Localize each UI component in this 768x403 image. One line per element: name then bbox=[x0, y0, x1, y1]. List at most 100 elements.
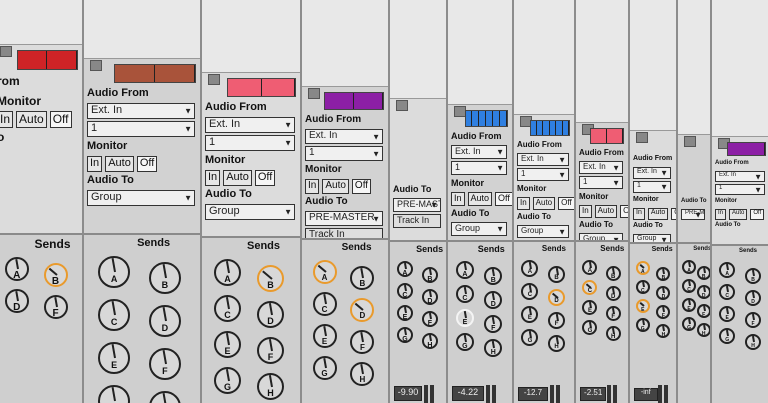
monitor-auto-button[interactable]: Auto bbox=[467, 192, 493, 206]
monitor-in-button[interactable]: In bbox=[0, 111, 14, 128]
input-channel-dropdown[interactable]: 1 ▼ bbox=[517, 168, 569, 181]
audio-to-dropdown[interactable]: PRE-MAST▼ bbox=[681, 209, 705, 220]
clip-slot-area[interactable] bbox=[0, 0, 82, 45]
audio-to-dropdown[interactable]: Group ▼ bbox=[517, 225, 569, 238]
audio-to-dropdown[interactable]: Group ▼ bbox=[451, 222, 507, 236]
knob-indicator bbox=[428, 290, 432, 298]
input-channel-dropdown[interactable]: 1 ▼ bbox=[451, 161, 507, 175]
monitor-in-button[interactable]: In bbox=[305, 179, 320, 194]
monitor-in-button[interactable]: In bbox=[579, 205, 592, 218]
audio-to-dropdown[interactable]: Group ▼ bbox=[87, 190, 195, 206]
audio-from-dropdown[interactable]: Ext. In ▼ bbox=[451, 145, 507, 159]
chevron-down-icon: ▼ bbox=[558, 227, 566, 236]
input-channel-dropdown[interactable]: 1 ▼ bbox=[205, 135, 295, 151]
track-title-bar[interactable] bbox=[589, 128, 624, 144]
monitor-auto-button[interactable]: Auto bbox=[647, 208, 669, 220]
monitor-off-button[interactable]: Off bbox=[351, 179, 372, 194]
monitor-auto-button[interactable]: Auto bbox=[105, 156, 134, 172]
send-letter-label: D bbox=[13, 302, 21, 314]
track-title-bar[interactable] bbox=[113, 64, 196, 83]
send-letter-label: F bbox=[162, 365, 168, 376]
track-title-bar[interactable] bbox=[464, 110, 508, 127]
stop-clip-button[interactable] bbox=[396, 100, 408, 111]
audio-from-dropdown[interactable]: Ext. In ▼ bbox=[633, 167, 671, 179]
volume-value-display[interactable]: -inf bbox=[634, 388, 658, 401]
clip-slot-area[interactable] bbox=[678, 0, 710, 135]
track-title-bar[interactable] bbox=[727, 142, 766, 156]
track-title-bar[interactable] bbox=[324, 92, 384, 110]
monitor-in-button[interactable]: In bbox=[451, 192, 465, 206]
knob-indicator bbox=[688, 280, 692, 287]
chevron-down-icon: ▼ bbox=[694, 210, 702, 219]
monitor-auto-button[interactable]: Auto bbox=[16, 111, 47, 128]
clip-slot-area[interactable] bbox=[514, 0, 574, 115]
input-channel-dropdown[interactable]: 1 ▼ bbox=[87, 121, 195, 137]
send-letter-label: C bbox=[687, 286, 691, 293]
monitor-auto-button[interactable]: Auto bbox=[532, 197, 556, 210]
audio-from-dropdown[interactable]: Ext. In ▼ bbox=[715, 171, 765, 182]
monitor-auto-button[interactable]: Auto bbox=[729, 209, 748, 220]
monitor-off-button[interactable]: Off bbox=[495, 192, 512, 206]
stop-clip-button[interactable] bbox=[208, 74, 220, 85]
stop-clip-button[interactable] bbox=[684, 136, 696, 147]
sends-section: Sends A B C D E F G H bbox=[390, 240, 446, 403]
monitor-in-button[interactable]: In bbox=[633, 208, 645, 220]
stop-clip-button[interactable] bbox=[90, 60, 102, 71]
clip-slot-area[interactable] bbox=[576, 0, 628, 123]
input-channel-dropdown[interactable]: 1 ▼ bbox=[305, 146, 383, 161]
monitor-off-button[interactable]: Off bbox=[671, 208, 676, 220]
audio-to-label: o bbox=[0, 130, 77, 147]
audio-from-dropdown[interactable]: Ext. In ▼ bbox=[517, 153, 569, 166]
monitor-off-button[interactable]: Off bbox=[254, 170, 276, 186]
io-section: Audio FromExt. In▼1▼MonitorInAutoOffAudi… bbox=[448, 131, 512, 236]
monitor-off-button[interactable]: Off bbox=[750, 209, 765, 220]
knob-indicator bbox=[492, 292, 496, 301]
stop-clip-button[interactable] bbox=[308, 88, 320, 99]
input-channel-dropdown[interactable]: 1 ▼ bbox=[633, 181, 671, 193]
track-in-dropdown[interactable]: Track In bbox=[393, 214, 441, 228]
audio-from-dropdown[interactable]: Ext. In ▼ bbox=[87, 103, 195, 119]
track-title-bar[interactable] bbox=[227, 78, 296, 97]
send-letter-label: G bbox=[223, 381, 231, 392]
monitor-off-button[interactable]: Off bbox=[49, 111, 72, 128]
monitor-off-button[interactable]: Off bbox=[558, 197, 574, 210]
stop-clip-button[interactable] bbox=[0, 46, 12, 57]
clip-slot-area[interactable] bbox=[302, 0, 388, 87]
clip-slot-area[interactable] bbox=[390, 0, 446, 99]
audio-to-dropdown[interactable]: PRE-MASTE▼ bbox=[393, 198, 441, 212]
clip-slot-area[interactable] bbox=[84, 0, 200, 59]
track-title-bar[interactable] bbox=[529, 120, 570, 136]
monitor-in-button[interactable]: In bbox=[715, 209, 727, 220]
stop-clip-button[interactable] bbox=[636, 132, 648, 143]
monitor-in-button[interactable]: In bbox=[205, 170, 221, 186]
monitor-switch: InAutoOff bbox=[633, 208, 676, 220]
track-color-segment bbox=[562, 121, 570, 135]
monitor-off-button[interactable]: Off bbox=[136, 156, 158, 172]
send-h-knob[interactable] bbox=[148, 391, 181, 403]
monitor-auto-button[interactable]: Auto bbox=[594, 205, 618, 218]
monitor-in-button[interactable]: In bbox=[517, 197, 530, 210]
audio-from-dropdown[interactable]: Ext. In ▼ bbox=[305, 129, 383, 144]
volume-value-display[interactable]: -9.90 bbox=[394, 386, 423, 401]
clip-slot-area[interactable] bbox=[712, 0, 768, 137]
volume-value-display[interactable]: -12.7 bbox=[518, 387, 548, 401]
send-letter-label: A bbox=[321, 273, 328, 283]
send-g-knob[interactable] bbox=[98, 385, 131, 403]
input-channel-dropdown[interactable]: 1 ▼ bbox=[579, 176, 623, 189]
input-channel-dropdown[interactable]: 1 ▼ bbox=[715, 184, 765, 195]
audio-to-dropdown[interactable]: PRE-MASTER ▼ bbox=[305, 211, 383, 226]
monitor-off-button[interactable]: Off bbox=[620, 205, 628, 218]
send-letter-label: B bbox=[554, 275, 559, 282]
volume-value-display[interactable]: -4.22 bbox=[452, 386, 484, 401]
monitor-auto-button[interactable]: Auto bbox=[223, 170, 252, 186]
clip-slot-area[interactable] bbox=[630, 0, 676, 131]
clip-slot-area[interactable] bbox=[448, 0, 512, 105]
audio-to-dropdown[interactable]: Group ▼ bbox=[205, 204, 295, 220]
track-title-bar[interactable] bbox=[16, 50, 78, 70]
clip-slot-area[interactable] bbox=[202, 0, 300, 73]
volume-value-display[interactable]: -2.51 bbox=[580, 387, 607, 401]
audio-from-dropdown[interactable]: Ext. In ▼ bbox=[579, 161, 623, 174]
monitor-in-button[interactable]: In bbox=[87, 156, 103, 172]
audio-from-dropdown[interactable]: Ext. In ▼ bbox=[205, 117, 295, 133]
monitor-auto-button[interactable]: Auto bbox=[322, 179, 349, 194]
